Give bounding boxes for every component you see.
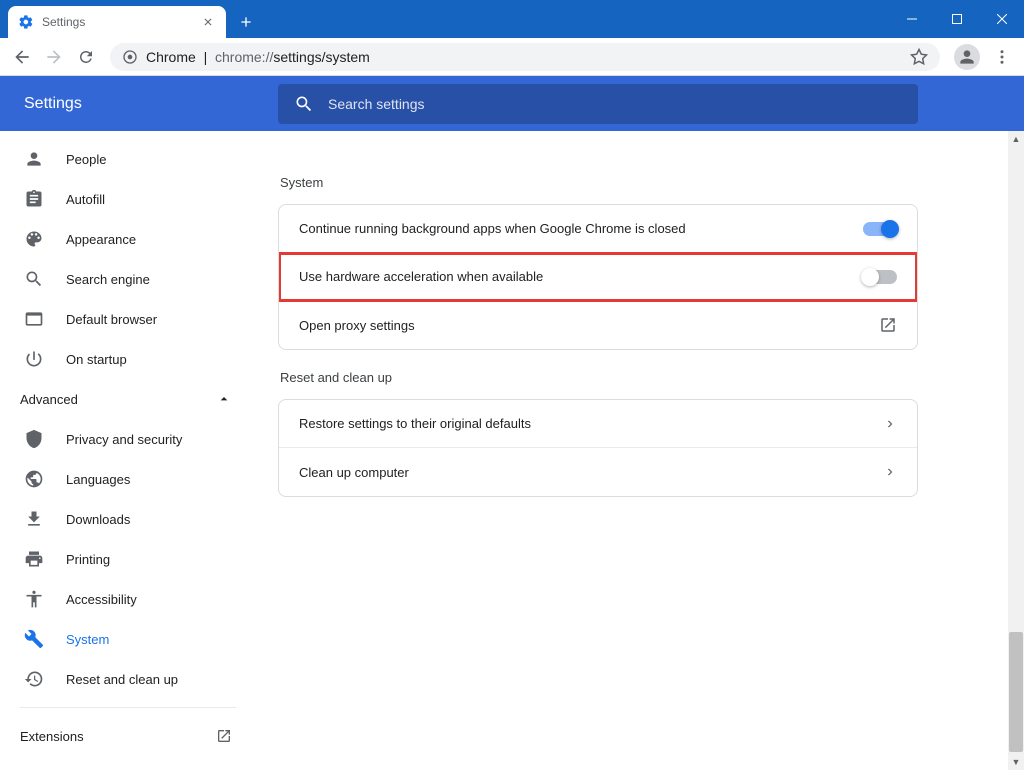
omnibox-text: Chrome | chrome://settings/system bbox=[146, 49, 370, 65]
scroll-down-button[interactable]: ▼ bbox=[1008, 754, 1024, 770]
setting-label: Restore settings to their original defau… bbox=[299, 416, 531, 431]
browser-tab[interactable]: Settings bbox=[8, 6, 226, 38]
sidebar-item-downloads[interactable]: Downloads bbox=[0, 499, 256, 539]
sidebar-item-label: Privacy and security bbox=[66, 432, 182, 447]
browser-menu-button[interactable] bbox=[988, 43, 1016, 71]
chevron-right-icon bbox=[883, 417, 897, 431]
sidebar-divider bbox=[20, 707, 236, 708]
open-external-icon bbox=[879, 316, 897, 334]
tab-title: Settings bbox=[42, 15, 200, 29]
sidebar-item-label: People bbox=[66, 152, 106, 167]
sidebar-item-accessibility[interactable]: Accessibility bbox=[0, 579, 256, 619]
power-icon bbox=[24, 349, 44, 369]
address-bar[interactable]: Chrome | chrome://settings/system bbox=[110, 43, 940, 71]
sidebar-item-label: Search engine bbox=[66, 272, 150, 287]
window-titlebar: Settings bbox=[0, 0, 1024, 38]
sidebar-item-label: Languages bbox=[66, 472, 130, 487]
sidebar-item-label: Default browser bbox=[66, 312, 157, 327]
sidebar-item-system[interactable]: System bbox=[0, 619, 256, 659]
person-icon bbox=[24, 149, 44, 169]
palette-icon bbox=[24, 229, 44, 249]
chevron-up-icon bbox=[216, 391, 232, 407]
clipboard-icon bbox=[24, 189, 44, 209]
sidebar-item-label: System bbox=[66, 632, 109, 647]
profile-avatar[interactable] bbox=[954, 44, 980, 70]
sidebar-about-link[interactable]: About Chrome bbox=[0, 756, 256, 770]
sidebar-item-privacy[interactable]: Privacy and security bbox=[0, 419, 256, 459]
sidebar-item-languages[interactable]: Languages bbox=[0, 459, 256, 499]
setting-row-cleanup[interactable]: Clean up computer bbox=[279, 448, 917, 496]
sidebar-item-label: On startup bbox=[66, 352, 127, 367]
setting-row-proxy[interactable]: Open proxy settings bbox=[279, 301, 917, 349]
minimize-button[interactable] bbox=[889, 0, 934, 38]
setting-row-restore-defaults[interactable]: Restore settings to their original defau… bbox=[279, 400, 917, 448]
new-tab-button[interactable] bbox=[236, 12, 256, 32]
setting-label: Clean up computer bbox=[299, 465, 409, 480]
printer-icon bbox=[24, 549, 44, 569]
section-title-system: System bbox=[280, 175, 918, 190]
bookmark-star-icon[interactable] bbox=[910, 48, 928, 66]
restore-icon bbox=[24, 669, 44, 689]
download-icon bbox=[24, 509, 44, 529]
browser-toolbar: Chrome | chrome://settings/system bbox=[0, 38, 1024, 76]
maximize-button[interactable] bbox=[934, 0, 979, 38]
sidebar-item-label: Appearance bbox=[66, 232, 136, 247]
sidebar-item-appearance[interactable]: Appearance bbox=[0, 219, 256, 259]
search-icon bbox=[294, 94, 314, 114]
sidebar-advanced-toggle[interactable]: Advanced bbox=[0, 379, 256, 419]
sidebar-extensions-link[interactable]: Extensions bbox=[0, 716, 256, 756]
open-external-icon bbox=[216, 728, 232, 744]
toggle-hardware-acceleration[interactable] bbox=[863, 270, 897, 284]
close-tab-icon[interactable] bbox=[200, 14, 216, 30]
sidebar-item-default-browser[interactable]: Default browser bbox=[0, 299, 256, 339]
settings-content: System Continue running background apps … bbox=[256, 76, 1024, 770]
sidebar-item-label: Autofill bbox=[66, 192, 105, 207]
section-title-reset: Reset and clean up bbox=[280, 370, 918, 385]
system-card: Continue running background apps when Go… bbox=[278, 204, 918, 350]
sidebar-item-search-engine[interactable]: Search engine bbox=[0, 259, 256, 299]
reload-button[interactable] bbox=[72, 43, 100, 71]
sidebar-item-reset[interactable]: Reset and clean up bbox=[0, 659, 256, 699]
back-button[interactable] bbox=[8, 43, 36, 71]
search-settings-input[interactable] bbox=[328, 96, 902, 112]
sidebar-item-label: Printing bbox=[66, 552, 110, 567]
toggle-background-apps[interactable] bbox=[863, 222, 897, 236]
scroll-up-button[interactable]: ▲ bbox=[1008, 131, 1024, 147]
settings-header: Settings bbox=[0, 76, 1024, 131]
close-window-button[interactable] bbox=[979, 0, 1024, 38]
window-controls bbox=[889, 0, 1024, 38]
reset-card: Restore settings to their original defau… bbox=[278, 399, 918, 497]
search-settings-box[interactable] bbox=[278, 84, 918, 124]
browser-icon bbox=[24, 309, 44, 329]
sidebar-item-on-startup[interactable]: On startup bbox=[0, 339, 256, 379]
setting-label: Continue running background apps when Go… bbox=[299, 221, 686, 236]
vertical-scrollbar[interactable]: ▲ ▼ bbox=[1008, 131, 1024, 770]
search-icon bbox=[24, 269, 44, 289]
scrollbar-thumb[interactable] bbox=[1009, 632, 1023, 752]
wrench-icon bbox=[24, 629, 44, 649]
settings-sidebar: People Autofill Appearance Search engine… bbox=[0, 76, 256, 770]
setting-row-hardware-acceleration[interactable]: Use hardware acceleration when available bbox=[279, 253, 917, 301]
sidebar-item-printing[interactable]: Printing bbox=[0, 539, 256, 579]
forward-button[interactable] bbox=[40, 43, 68, 71]
sidebar-item-label: Accessibility bbox=[66, 592, 137, 607]
sidebar-item-label: Reset and clean up bbox=[66, 672, 178, 687]
globe-icon bbox=[24, 469, 44, 489]
accessibility-icon bbox=[24, 589, 44, 609]
chevron-right-icon bbox=[883, 465, 897, 479]
settings-gear-icon bbox=[18, 14, 34, 30]
setting-label: Use hardware acceleration when available bbox=[299, 269, 543, 284]
sidebar-item-autofill[interactable]: Autofill bbox=[0, 179, 256, 219]
sidebar-item-people[interactable]: People bbox=[0, 139, 256, 179]
page-title: Settings bbox=[0, 95, 256, 113]
setting-label: Open proxy settings bbox=[299, 318, 415, 333]
setting-row-background-apps[interactable]: Continue running background apps when Go… bbox=[279, 205, 917, 253]
shield-icon bbox=[24, 429, 44, 449]
sidebar-item-label: Downloads bbox=[66, 512, 130, 527]
chrome-icon bbox=[122, 49, 138, 65]
